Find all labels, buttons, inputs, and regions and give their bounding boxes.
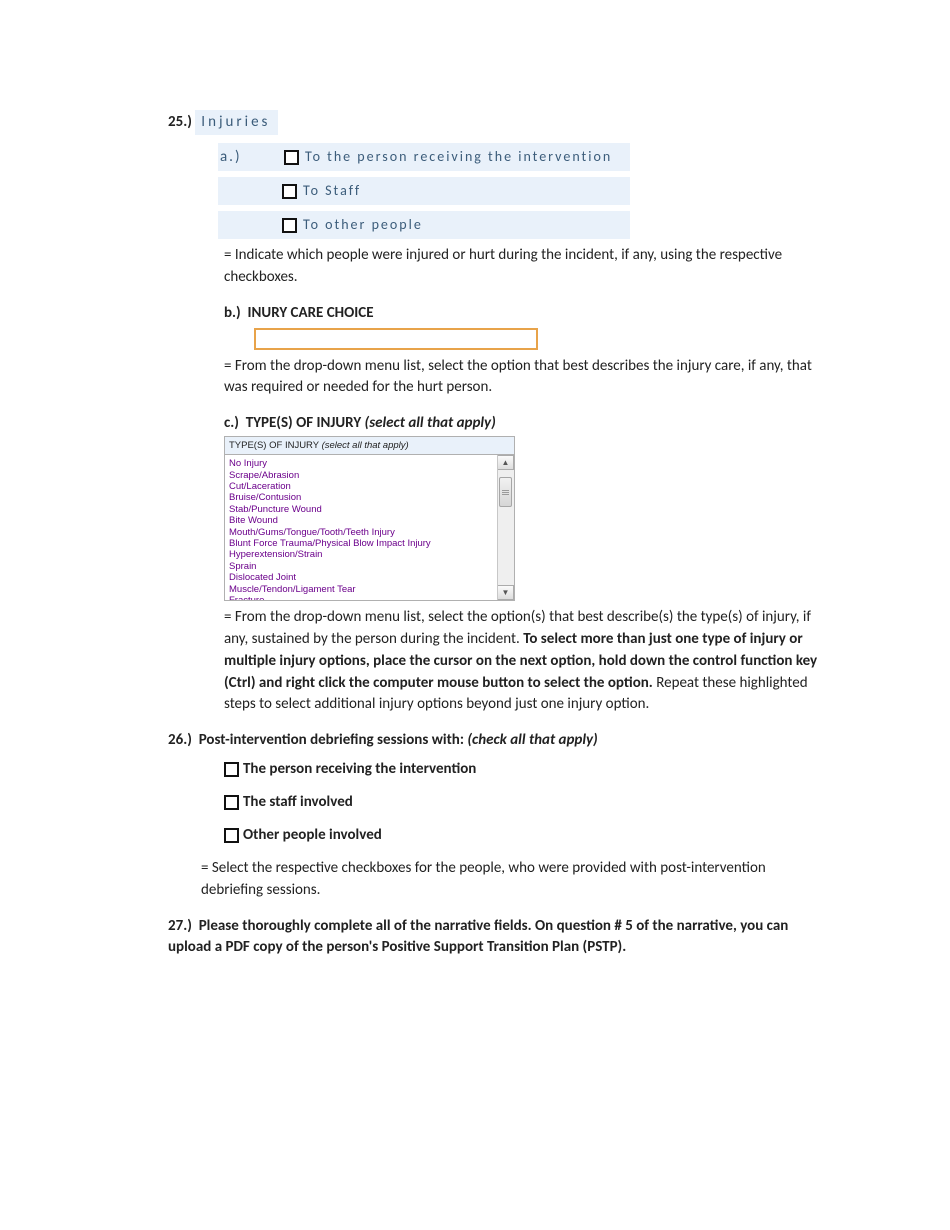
- injury-widget-header-text: TYPE(S) OF INJURY: [229, 440, 319, 451]
- checkbox-to-staff[interactable]: [282, 184, 297, 199]
- document-page: 25.) Injuries a.) To the person receivin…: [0, 0, 950, 1059]
- q25-title: Injuries: [195, 110, 278, 135]
- injury-widget-header-note: (select all that apply): [322, 440, 409, 451]
- injury-option[interactable]: Scrape/Abrasion: [229, 470, 493, 481]
- q25-b-title: INURY CARE CHOICE: [248, 304, 374, 322]
- injury-option[interactable]: Fracture: [229, 595, 493, 600]
- q25-cb-label-1: To Staff: [303, 181, 361, 201]
- injury-widget-body: No Injury Scrape/Abrasion Cut/Laceration…: [225, 455, 514, 600]
- injury-option[interactable]: Stab/Puncture Wound: [229, 504, 493, 515]
- injury-care-dropdown[interactable]: [254, 328, 538, 350]
- q27-number: 27.): [168, 917, 192, 935]
- q25-b-instruction: = From the drop-down menu list, select t…: [224, 356, 830, 400]
- injury-option[interactable]: Blunt Force Trauma/Physical Blow Impact …: [229, 538, 493, 549]
- checkbox-other-people[interactable]: [282, 218, 297, 233]
- checkbox-debrief-other[interactable]: [224, 828, 239, 843]
- q26-row-1: The staff involved: [224, 792, 830, 813]
- q27-text: Please thoroughly complete all of the na…: [168, 917, 788, 957]
- q25-a-instruction: = Indicate which people were injured or …: [224, 245, 830, 289]
- q25-cb-label-2: To other people: [303, 215, 423, 235]
- injury-type-listbox[interactable]: TYPE(S) OF INJURY (select all that apply…: [224, 436, 515, 601]
- injury-option[interactable]: Bite Wound: [229, 515, 493, 526]
- scroll-down-icon[interactable]: ▼: [498, 585, 514, 600]
- q26-row-2: Other people involved: [224, 825, 830, 846]
- q26-instruction: = Select the respective checkboxes for t…: [201, 858, 830, 902]
- scroll-thumb[interactable]: [499, 477, 512, 507]
- injury-option[interactable]: Dislocated Joint: [229, 572, 493, 583]
- q25-a-row-2: To other people: [218, 211, 630, 239]
- q26-checkbox-group: The person receiving the intervention Th…: [224, 759, 830, 846]
- q26-heading: 26.) Post-intervention debriefing sessio…: [168, 730, 830, 751]
- q26-cb-label-1: The staff involved: [243, 792, 353, 813]
- q25-a-group: a.) To the person receiving the interven…: [218, 143, 830, 239]
- q25-c-instruction: = From the drop-down menu list, select t…: [224, 607, 830, 716]
- q25-cb-label-0: To the person receiving the intervention: [305, 147, 612, 167]
- q25-c-title: TYPE(S) OF INJURY: [246, 414, 361, 432]
- q25-c-note: (select all that apply): [365, 414, 496, 432]
- injury-option[interactable]: No Injury: [229, 458, 493, 469]
- q26-cb-label-0: The person receiving the intervention: [243, 759, 476, 780]
- injury-option[interactable]: Muscle/Tendon/Ligament Tear: [229, 584, 493, 595]
- q26-title: Post-intervention debriefing sessions wi…: [199, 731, 464, 749]
- q25-a-row-1: To Staff: [218, 177, 630, 205]
- injury-option[interactable]: Cut/Laceration: [229, 481, 493, 492]
- injury-option[interactable]: Sprain: [229, 561, 493, 572]
- q25-heading: 25.) Injuries: [168, 110, 830, 135]
- checkbox-debrief-staff[interactable]: [224, 795, 239, 810]
- checkbox-person-receiving[interactable]: [284, 150, 299, 165]
- q25-c-heading: c.) TYPE(S) OF INJURY (select all that a…: [224, 413, 830, 434]
- injury-option[interactable]: Mouth/Gums/Tongue/Tooth/Teeth Injury: [229, 527, 493, 538]
- q25-number: 25.): [168, 113, 192, 131]
- q25-a-row-0: a.) To the person receiving the interven…: [218, 143, 630, 171]
- q25-b-heading: b.) INURY CARE CHOICE: [224, 303, 830, 324]
- q27-paragraph: 27.) Please thoroughly complete all of t…: [168, 916, 830, 960]
- q26-cb-label-2: Other people involved: [243, 825, 382, 846]
- injury-options-list[interactable]: No Injury Scrape/Abrasion Cut/Laceration…: [225, 455, 497, 600]
- injury-widget-header: TYPE(S) OF INJURY (select all that apply…: [225, 437, 514, 455]
- q26-number: 26.): [168, 731, 192, 749]
- injury-option[interactable]: Hyperextension/Strain: [229, 549, 493, 560]
- checkbox-debrief-person[interactable]: [224, 762, 239, 777]
- q25-b-label: b.): [224, 304, 241, 322]
- q26-note: (check all that apply): [467, 731, 597, 749]
- scrollbar[interactable]: ▲ ▼: [497, 455, 514, 600]
- q26-row-0: The person receiving the intervention: [224, 759, 830, 780]
- q25-c-label: c.): [224, 414, 239, 432]
- injury-option[interactable]: Bruise/Contusion: [229, 492, 493, 503]
- scroll-up-icon[interactable]: ▲: [498, 455, 514, 470]
- q25-a-label: a.): [218, 147, 284, 168]
